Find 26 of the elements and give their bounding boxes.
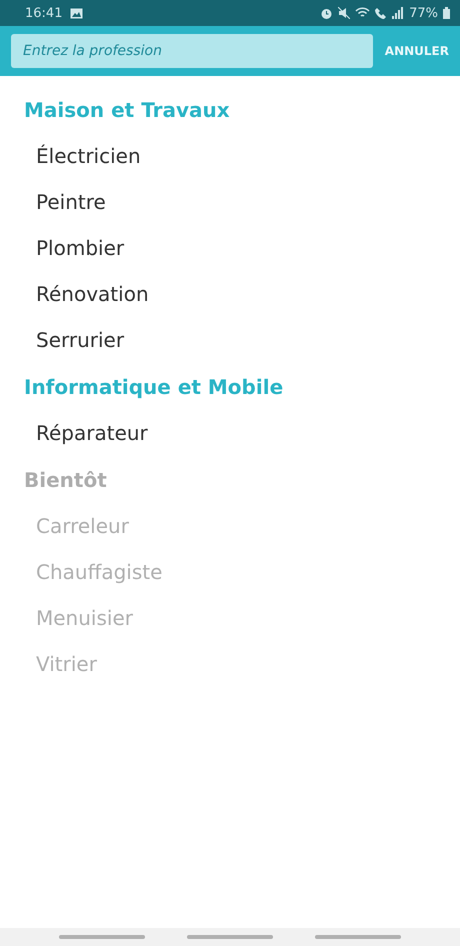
profession-item[interactable]: Électricien [0,133,460,179]
section-title: Maison et Travaux [23,98,231,122]
wifi-icon [355,7,370,19]
profession-item: Menuisier [35,605,134,632]
gesture-handle[interactable] [187,935,273,939]
battery-percent: 77% [409,6,438,20]
call-icon [375,7,388,19]
profession-item: Vitrier [35,651,98,678]
search-field[interactable]: Entrez la profession [11,34,373,68]
gesture-handle[interactable] [59,935,145,939]
clock-time: 16:41 [25,6,62,20]
profession-item[interactable]: Réparateur [0,410,460,456]
alarm-icon [320,6,334,20]
profession-item: Carreleur [35,513,130,540]
profession-item[interactable]: Plombier [0,225,460,271]
mute-icon [338,7,350,19]
section-title: Bientôt [23,468,108,492]
battery-icon [443,7,450,19]
profession-item[interactable]: Serrurier [0,317,460,363]
signal-icon [392,7,404,19]
profession-item[interactable]: Peintre [0,179,460,225]
gesture-handle[interactable] [315,935,401,939]
profession-item[interactable]: Rénovation [0,271,460,317]
image-icon [70,8,84,18]
section-title: Informatique et Mobile [23,375,284,399]
profession-item: Chauffagiste [35,559,164,586]
